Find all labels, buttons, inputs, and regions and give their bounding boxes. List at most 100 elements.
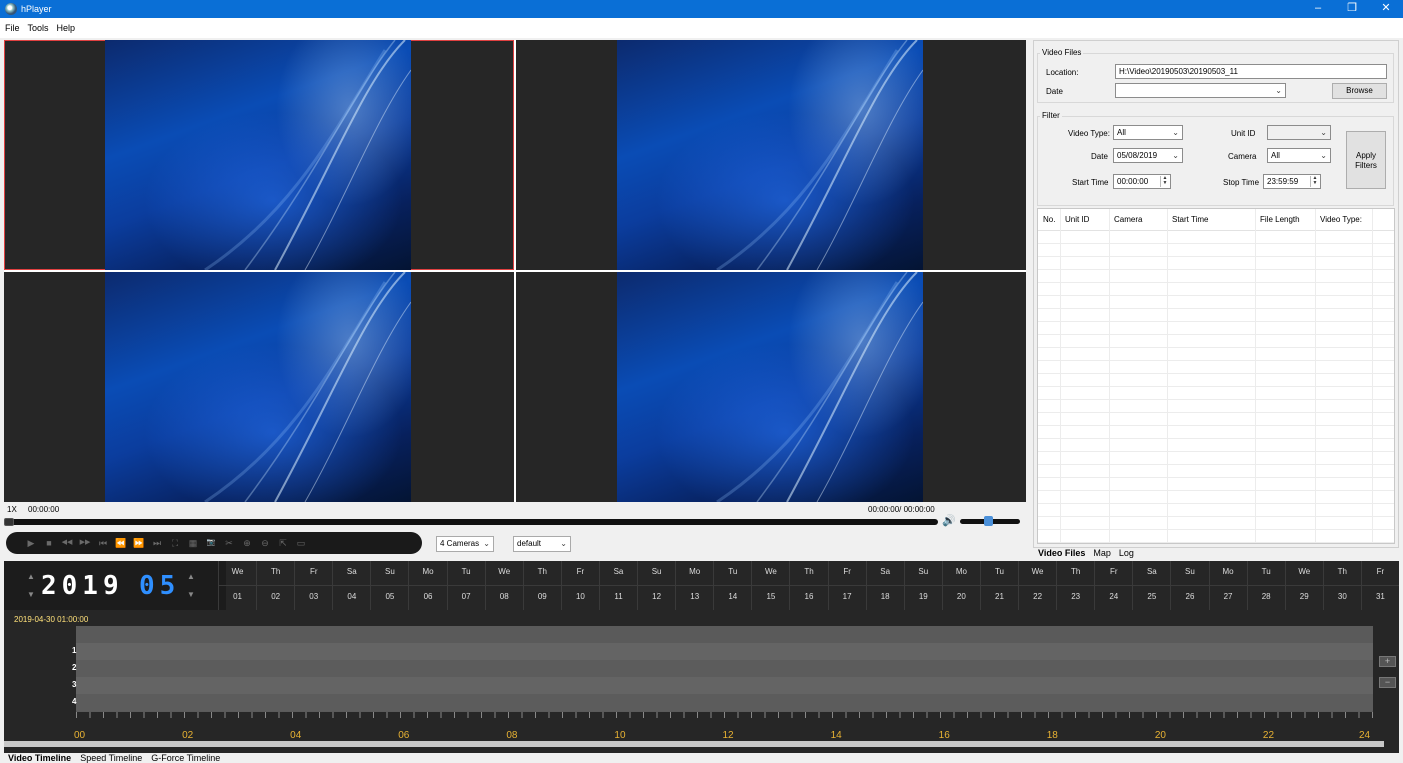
- profile-select[interactable]: default ⌄: [513, 536, 571, 552]
- apply-filters-label-1: Apply: [1355, 151, 1376, 160]
- zoom-out-button[interactable]: −: [1379, 677, 1396, 688]
- video-view-4[interactable]: [516, 272, 1026, 502]
- weekday-label: Fr: [1109, 567, 1118, 576]
- light-streak-graphic: [716, 40, 923, 270]
- light-streak-graphic: [204, 272, 411, 502]
- video-type-select[interactable]: All ⌄: [1113, 125, 1183, 140]
- volume-slider[interactable]: [960, 516, 1020, 526]
- track-row[interactable]: [76, 643, 1373, 660]
- layout-select[interactable]: 4 Cameras ⌄: [436, 536, 494, 552]
- filter-date-field[interactable]: 05/08/2019 ⌄: [1113, 148, 1183, 163]
- stop-icon[interactable]: ■: [42, 537, 56, 549]
- column-header[interactable]: Video Type:: [1320, 215, 1362, 224]
- stop-time-field[interactable]: 23:59:59 ▲ ▼: [1263, 174, 1321, 189]
- weekday-label: Th: [1337, 567, 1348, 576]
- window-icon[interactable]: ▭: [294, 537, 308, 549]
- play-icon[interactable]: ▶: [24, 537, 38, 549]
- zoom-out-icon[interactable]: ⊖: [258, 537, 272, 549]
- video-view-3[interactable]: [4, 272, 514, 502]
- clip-icon[interactable]: ✂: [222, 537, 236, 549]
- weekday-label: Sa: [613, 567, 624, 576]
- column-header[interactable]: Camera: [1114, 215, 1142, 224]
- volume-handle[interactable]: [984, 516, 993, 526]
- year-spinner-icon[interactable]: ▲ ▼: [25, 568, 37, 604]
- camera-select[interactable]: All ⌄: [1267, 148, 1331, 163]
- start-time-label: Start Time: [1072, 178, 1109, 187]
- prev-frame-icon[interactable]: ⏮: [96, 537, 110, 549]
- day-number: 20: [956, 592, 966, 601]
- weekday-label: Su: [1185, 567, 1195, 576]
- track-label: 4: [72, 697, 77, 706]
- day-number: 02: [271, 592, 281, 601]
- day-number: 28: [1261, 592, 1271, 601]
- zoom-in-button[interactable]: +: [1379, 656, 1396, 667]
- tab-map[interactable]: Map: [1091, 548, 1113, 560]
- timeline-scrollbar[interactable]: [4, 741, 1384, 747]
- video-view-2[interactable]: [516, 40, 1026, 270]
- weekday-label: Tu: [728, 567, 738, 576]
- grid-icon[interactable]: ▦: [186, 537, 200, 549]
- chevron-down-icon: ⌄: [560, 539, 567, 548]
- date-select[interactable]: ⌄: [1115, 83, 1286, 98]
- track-row[interactable]: [76, 694, 1373, 711]
- column-divider: [1255, 209, 1256, 543]
- spin-arrows-icon[interactable]: ▲ ▼: [1310, 176, 1319, 187]
- seek-handle[interactable]: [4, 518, 14, 526]
- tab-log[interactable]: Log: [1117, 548, 1136, 560]
- column-header[interactable]: Start Time: [1172, 215, 1208, 224]
- day-number: 11: [614, 592, 623, 601]
- start-time-value: 00:00:00: [1117, 177, 1149, 186]
- track-row[interactable]: [76, 677, 1373, 694]
- zoom-in-icon[interactable]: ⊕: [240, 537, 254, 549]
- timeline-tracks[interactable]: [76, 626, 1373, 712]
- start-time-field[interactable]: 00:00:00 ▲ ▼: [1113, 174, 1171, 189]
- weekday-label: Sa: [346, 567, 357, 576]
- day-number: 21: [995, 592, 1004, 601]
- video-file-table[interactable]: No. Unit ID Camera Start Time File Lengt…: [1037, 208, 1395, 544]
- tab-video-files[interactable]: Video Files: [1036, 548, 1087, 560]
- menu-help[interactable]: Help: [57, 23, 76, 33]
- menu-file[interactable]: File: [5, 23, 20, 33]
- weekday-label: Su: [385, 567, 395, 576]
- column-header[interactable]: Unit ID: [1065, 215, 1089, 224]
- volume-icon[interactable]: 🔊: [942, 515, 956, 527]
- video-view-1[interactable]: [4, 40, 514, 270]
- weekday-label: Tu: [994, 567, 1004, 576]
- minimize-icon[interactable]: –: [1301, 0, 1335, 18]
- timeline-ticks: [76, 712, 1373, 718]
- unit-id-select[interactable]: ⌄: [1267, 125, 1331, 140]
- export-icon[interactable]: ⇱: [276, 537, 290, 549]
- column-header[interactable]: No.: [1043, 215, 1055, 224]
- seek-bar[interactable]: [4, 518, 938, 526]
- filter-date-label: Date: [1091, 152, 1108, 161]
- step-forward-icon[interactable]: ⏩: [132, 537, 146, 549]
- location-field[interactable]: H:\Video\20190503\20190503_11: [1115, 64, 1387, 79]
- next-frame-icon[interactable]: ⏭: [150, 537, 164, 549]
- light-streak-graphic: [204, 40, 411, 270]
- hour-label: 16: [938, 730, 950, 741]
- side-panel: Video Files Location: H:\Video\20190503\…: [1033, 40, 1399, 548]
- day-number: 13: [690, 592, 700, 601]
- step-back-icon[interactable]: ⏪: [114, 537, 128, 549]
- timeline-timestamp: 2019-04-30 01:00:00: [14, 615, 89, 624]
- menu-tools[interactable]: Tools: [28, 23, 49, 33]
- unit-id-label: Unit ID: [1231, 129, 1256, 138]
- month-spinner-icon[interactable]: ▲ ▼: [185, 568, 197, 604]
- hour-label: 22: [1262, 730, 1275, 741]
- browse-button[interactable]: Browse: [1332, 83, 1387, 99]
- day-number: 01: [233, 592, 242, 601]
- weekday-label: Tu: [461, 567, 471, 576]
- day-number: 15: [766, 592, 776, 601]
- close-icon[interactable]: ✕: [1369, 0, 1403, 18]
- track-row[interactable]: [76, 660, 1373, 677]
- snapshot-icon[interactable]: 📷: [204, 537, 218, 549]
- apply-filters-button[interactable]: Apply Filters: [1346, 131, 1386, 189]
- rewind-icon[interactable]: ◀◀: [60, 537, 74, 549]
- weekday-label: Sa: [880, 567, 891, 576]
- fullscreen-icon[interactable]: ⛶: [168, 537, 182, 549]
- restore-icon[interactable]: ❐: [1335, 0, 1369, 18]
- column-header[interactable]: File Length: [1260, 215, 1300, 224]
- day-number: 18: [880, 592, 890, 601]
- fast-forward-icon[interactable]: ▶▶: [78, 537, 92, 549]
- spin-arrows-icon[interactable]: ▲ ▼: [1160, 176, 1169, 187]
